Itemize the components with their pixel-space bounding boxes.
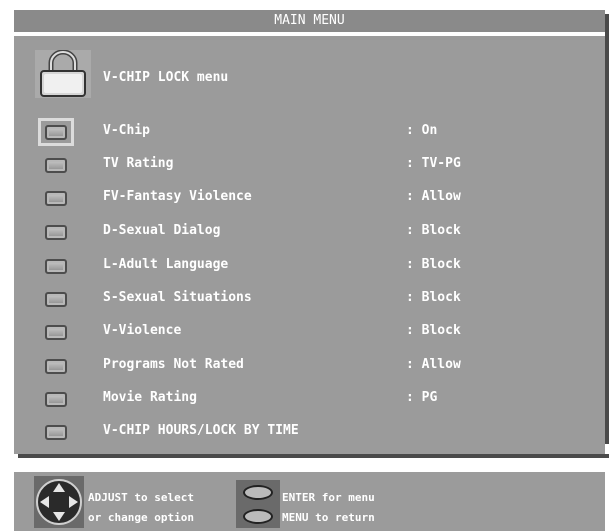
menu-item-fantasy-violence[interactable]: FV-Fantasy Violence : Allow [14,182,605,210]
tv-icon [38,252,74,280]
item-label: Programs Not Rated [103,357,244,372]
item-value: : PG [406,390,438,405]
tv-icon [38,285,74,313]
oval-button-icon [236,480,280,504]
item-value: : Allow [406,189,461,204]
menu-help-text: MENU to return [282,511,375,524]
item-value: : Block [406,290,461,305]
help-bar: ADJUST to select or change option ENTER … [14,472,605,531]
item-value: : Allow [406,357,461,372]
menu-shadow [605,14,609,444]
menu-item-tv-rating[interactable]: TV Rating : TV-PG [14,149,605,177]
tv-icon [38,418,74,446]
item-label: L-Adult Language [103,257,229,272]
item-value: : Block [406,323,461,338]
menu-item-vchip-hours[interactable]: V-CHIP HOURS/LOCK BY TIME [14,416,605,444]
item-label: V-Chip [103,123,150,138]
vchip-menu-panel: V-CHIP LOCK menu V-Chip : On TV Rating :… [14,36,605,454]
menu-shadow-bottom [18,454,609,458]
menu-item-adult-language[interactable]: L-Adult Language : Block [14,250,605,278]
oval-button-icon [236,504,280,528]
menu-title: MAIN MENU [14,10,605,32]
tv-icon [38,318,74,346]
menu-header: V-CHIP LOCK menu [103,70,229,85]
tv-icon [38,184,74,212]
item-value: : Block [406,257,461,272]
item-label: D-Sexual Dialog [103,223,221,238]
tv-icon [38,352,74,380]
item-label: V-CHIP HOURS/LOCK BY TIME [103,423,299,438]
tv-icon [38,385,74,413]
item-value: : On [406,123,438,138]
item-value: : TV-PG [406,156,461,171]
tv-icon [38,118,74,146]
change-option-help-text: or change option [88,511,194,524]
item-value: : Block [406,223,461,238]
menu-item-sexual-dialog[interactable]: D-Sexual Dialog : Block [14,216,605,244]
padlock-icon [35,50,91,98]
item-label: S-Sexual Situations [103,290,252,305]
enter-help-text: ENTER for menu [282,491,375,504]
tv-icon [38,151,74,179]
menu-item-programs-not-rated[interactable]: Programs Not Rated : Allow [14,350,605,378]
menu-item-movie-rating[interactable]: Movie Rating : PG [14,383,605,411]
menu-item-vchip[interactable]: V-Chip : On [14,116,605,146]
tv-icon [38,218,74,246]
item-label: TV Rating [103,156,174,171]
item-label: FV-Fantasy Violence [103,189,252,204]
item-label: Movie Rating [103,390,197,405]
adjust-help-text: ADJUST to select [88,491,194,504]
menu-item-sexual-situations[interactable]: S-Sexual Situations : Block [14,283,605,311]
directional-pad-icon [34,476,84,528]
item-label: V-Violence [103,323,182,338]
menu-item-violence[interactable]: V-Violence : Block [14,316,605,344]
